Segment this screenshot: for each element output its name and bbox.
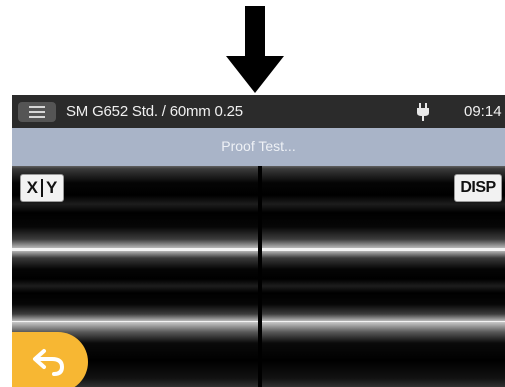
status-bar: Proof Test... — [12, 128, 505, 166]
fiber-view: X Y DISP — [12, 166, 505, 387]
clock: 09:14 — [464, 103, 502, 120]
hamburger-menu-icon — [29, 106, 45, 108]
back-button[interactable] — [12, 332, 88, 387]
top-bar: SM G652 Std. / 60mm 0.25 09:14 — [12, 95, 505, 128]
xy-view-button[interactable]: X Y — [20, 174, 64, 202]
back-arrow-icon — [33, 349, 65, 376]
program-name: SM G652 Std. / 60mm 0.25 — [66, 103, 243, 120]
status-message: Proof Test... — [221, 138, 296, 154]
center-line — [258, 166, 262, 387]
menu-button[interactable] — [18, 102, 56, 122]
disp-button[interactable]: DISP — [454, 174, 502, 202]
ac-plug-icon — [417, 103, 429, 121]
pointer-arrow-icon — [226, 6, 284, 93]
device-screen: SM G652 Std. / 60mm 0.25 09:14 Proof Tes… — [12, 95, 505, 387]
